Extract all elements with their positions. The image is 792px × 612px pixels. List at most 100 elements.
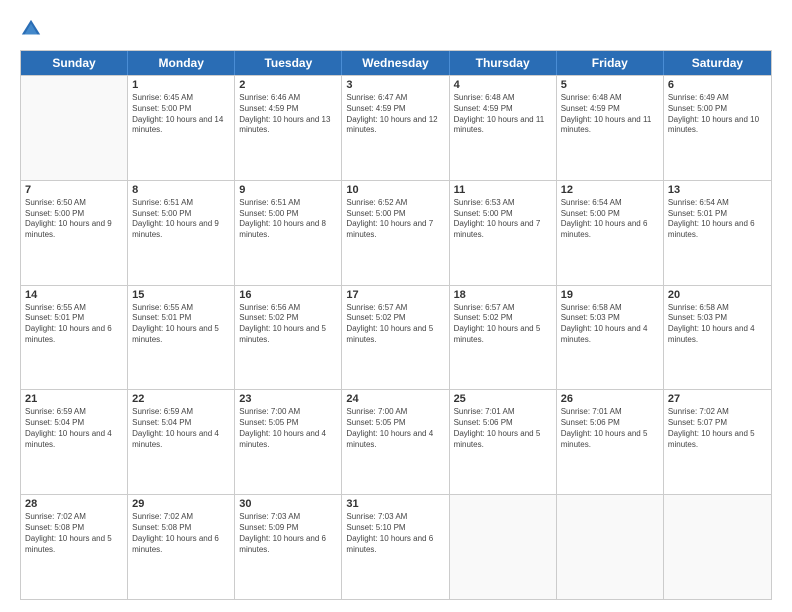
day-number: 22 — [132, 393, 230, 405]
calendar-cell: 17 Sunrise: 6:57 AM Sunset: 5:02 PM Dayli… — [342, 286, 449, 390]
day-info: Sunrise: 6:55 AM Sunset: 5:01 PM Dayligh… — [132, 303, 230, 346]
calendar: SundayMondayTuesdayWednesdayThursdayFrid… — [20, 50, 772, 600]
calendar-cell — [450, 495, 557, 599]
calendar-cell: 30 Sunrise: 7:03 AM Sunset: 5:09 PM Dayli… — [235, 495, 342, 599]
weekday-header: Monday — [128, 51, 235, 75]
calendar-cell — [557, 495, 664, 599]
calendar-cell: 2 Sunrise: 6:46 AM Sunset: 4:59 PM Daylig… — [235, 76, 342, 180]
calendar-cell: 16Sunrise: 6:56 AM Sunset: 5:02 PM Dayli… — [235, 286, 342, 390]
calendar-body: 1 Sunrise: 6:45 AM Sunset: 5:00 PM Daylig… — [21, 75, 771, 599]
calendar-row: 7 Sunrise: 6:50 AM Sunset: 5:00 PM Daylig… — [21, 180, 771, 285]
day-info: Sunrise: 7:00 AM Sunset: 5:05 PM Dayligh… — [239, 407, 337, 450]
day-info: Sunrise: 6:45 AM Sunset: 5:00 PM Dayligh… — [132, 93, 230, 136]
calendar-cell: 7 Sunrise: 6:50 AM Sunset: 5:00 PM Daylig… — [21, 181, 128, 285]
day-info: Sunrise: 6:59 AM Sunset: 5:04 PM Dayligh… — [25, 407, 123, 450]
day-info: Sunrise: 6:49 AM Sunset: 5:00 PM Dayligh… — [668, 93, 767, 136]
day-info: Sunrise: 6:48 AM Sunset: 4:59 PM Dayligh… — [454, 93, 552, 136]
calendar-row: 14 Sunrise: 6:55 AM Sunset: 5:01 PM Dayli… — [21, 285, 771, 390]
day-number: 2 — [239, 79, 337, 91]
day-info: Sunrise: 6:50 AM Sunset: 5:00 PM Dayligh… — [25, 198, 123, 241]
calendar-cell: 12 Sunrise: 6:54 AM Sunset: 5:00 PM Dayli… — [557, 181, 664, 285]
day-number: 14 — [25, 289, 123, 301]
day-info: Sunrise: 7:02 AM Sunset: 5:08 PM Dayligh… — [25, 512, 123, 555]
calendar-cell: 21 Sunrise: 6:59 AM Sunset: 5:04 PM Dayli… — [21, 390, 128, 494]
day-info: Sunrise: 6:51 AM Sunset: 5:00 PM Dayligh… — [239, 198, 337, 241]
day-number: 31 — [346, 498, 444, 510]
calendar-cell: 28 Sunrise: 7:02 AM Sunset: 5:08 PM Dayli… — [21, 495, 128, 599]
calendar-header: SundayMondayTuesdayWednesdayThursdayFrid… — [21, 51, 771, 75]
day-info: Sunrise: 6:52 AM Sunset: 5:00 PM Dayligh… — [346, 198, 444, 241]
calendar-cell: 31Sunrise: 7:03 AM Sunset: 5:10 PM Dayli… — [342, 495, 449, 599]
day-number: 1 — [132, 79, 230, 91]
day-number: 15 — [132, 289, 230, 301]
weekday-header: Friday — [557, 51, 664, 75]
day-number: 17 — [346, 289, 444, 301]
calendar-cell: 19 Sunrise: 6:58 AM Sunset: 5:03 PM Dayli… — [557, 286, 664, 390]
day-number: 7 — [25, 184, 123, 196]
calendar-cell — [664, 495, 771, 599]
calendar-cell: 4 Sunrise: 6:48 AM Sunset: 4:59 PM Daylig… — [450, 76, 557, 180]
header — [20, 18, 772, 40]
calendar-cell: 27 Sunrise: 7:02 AM Sunset: 5:07 PM Dayli… — [664, 390, 771, 494]
day-number: 24 — [346, 393, 444, 405]
day-info: Sunrise: 6:53 AM Sunset: 5:00 PM Dayligh… — [454, 198, 552, 241]
day-info: Sunrise: 6:58 AM Sunset: 5:03 PM Dayligh… — [668, 303, 767, 346]
day-number: 6 — [668, 79, 767, 91]
weekday-header: Saturday — [664, 51, 771, 75]
day-number: 21 — [25, 393, 123, 405]
calendar-cell: 14Sunrise: 6:55 AM Sunset: 5:01 PM Dayli… — [21, 286, 128, 390]
day-number: 10 — [346, 184, 444, 196]
calendar-cell: 23 Sunrise: 7:00 AM Sunset: 5:05 PM Dayli… — [235, 390, 342, 494]
day-info: Sunrise: 6:46 AM Sunset: 4:59 PM Dayligh… — [239, 93, 337, 136]
day-number: 12 — [561, 184, 659, 196]
day-number: 18 — [454, 289, 552, 301]
calendar-cell: 24 Sunrise: 7:00 AM Sunset: 5:05 PM Dayli… — [342, 390, 449, 494]
day-number: 5 — [561, 79, 659, 91]
calendar-cell: 5 Sunrise: 6:48 AM Sunset: 4:59 PM Daylig… — [557, 76, 664, 180]
day-number: 26 — [561, 393, 659, 405]
calendar-cell: 9 Sunrise: 6:51 AM Sunset: 5:00 PM Daylig… — [235, 181, 342, 285]
calendar-cell: 3 Sunrise: 6:47 AM Sunset: 4:59 PM Daylig… — [342, 76, 449, 180]
day-number: 9 — [239, 184, 337, 196]
calendar-cell: 6 Sunrise: 6:49 AM Sunset: 5:00 PM Daylig… — [664, 76, 771, 180]
weekday-header: Wednesday — [342, 51, 449, 75]
day-info: Sunrise: 7:02 AM Sunset: 5:08 PM Dayligh… — [132, 512, 230, 555]
day-number: 8 — [132, 184, 230, 196]
calendar-cell: 11 Sunrise: 6:53 AM Sunset: 5:00 PM Dayli… — [450, 181, 557, 285]
calendar-cell: 25 Sunrise: 7:01 AM Sunset: 5:06 PM Dayli… — [450, 390, 557, 494]
day-info: Sunrise: 6:48 AM Sunset: 4:59 PM Dayligh… — [561, 93, 659, 136]
day-number: 27 — [668, 393, 767, 405]
day-info: Sunrise: 6:57 AM Sunset: 5:02 PM Dayligh… — [454, 303, 552, 346]
day-info: Sunrise: 7:01 AM Sunset: 5:06 PM Dayligh… — [454, 407, 552, 450]
calendar-cell: 29 Sunrise: 7:02 AM Sunset: 5:08 PM Dayli… — [128, 495, 235, 599]
day-info: Sunrise: 6:58 AM Sunset: 5:03 PM Dayligh… — [561, 303, 659, 346]
day-number: 29 — [132, 498, 230, 510]
day-number: 28 — [25, 498, 123, 510]
weekday-header: Sunday — [21, 51, 128, 75]
day-info: Sunrise: 7:02 AM Sunset: 5:07 PM Dayligh… — [668, 407, 767, 450]
day-info: Sunrise: 6:54 AM Sunset: 5:00 PM Dayligh… — [561, 198, 659, 241]
calendar-cell: 18 Sunrise: 6:57 AM Sunset: 5:02 PM Dayli… — [450, 286, 557, 390]
day-number: 23 — [239, 393, 337, 405]
day-info: Sunrise: 6:59 AM Sunset: 5:04 PM Dayligh… — [132, 407, 230, 450]
day-number: 4 — [454, 79, 552, 91]
day-info: Sunrise: 6:57 AM Sunset: 5:02 PM Dayligh… — [346, 303, 444, 346]
day-number: 30 — [239, 498, 337, 510]
calendar-cell: 20 Sunrise: 6:58 AM Sunset: 5:03 PM Dayli… — [664, 286, 771, 390]
day-number: 16 — [239, 289, 337, 301]
day-info: Sunrise: 7:00 AM Sunset: 5:05 PM Dayligh… — [346, 407, 444, 450]
day-number: 19 — [561, 289, 659, 301]
day-number: 25 — [454, 393, 552, 405]
page: SundayMondayTuesdayWednesdayThursdayFrid… — [0, 0, 792, 612]
weekday-header: Thursday — [450, 51, 557, 75]
day-info: Sunrise: 6:51 AM Sunset: 5:00 PM Dayligh… — [132, 198, 230, 241]
weekday-header: Tuesday — [235, 51, 342, 75]
calendar-row: 21 Sunrise: 6:59 AM Sunset: 5:04 PM Dayli… — [21, 389, 771, 494]
day-number: 11 — [454, 184, 552, 196]
day-number: 20 — [668, 289, 767, 301]
day-info: Sunrise: 7:03 AM Sunset: 5:09 PM Dayligh… — [239, 512, 337, 555]
day-number: 3 — [346, 79, 444, 91]
day-info: Sunrise: 7:01 AM Sunset: 5:06 PM Dayligh… — [561, 407, 659, 450]
day-info: Sunrise: 6:47 AM Sunset: 4:59 PM Dayligh… — [346, 93, 444, 136]
calendar-cell: 1 Sunrise: 6:45 AM Sunset: 5:00 PM Daylig… — [128, 76, 235, 180]
